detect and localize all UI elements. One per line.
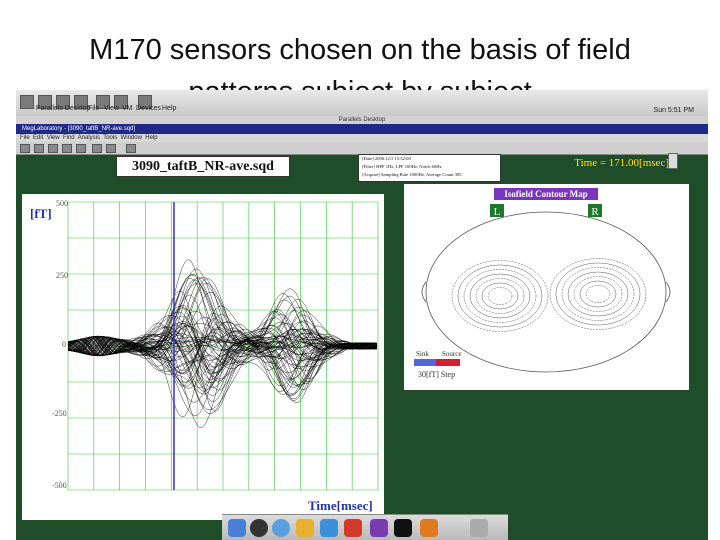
waveform-plot[interactable]: [fT] 500 250 0 -250 -500 Time[msec]	[22, 194, 384, 520]
trash-icon[interactable]	[470, 519, 488, 537]
safari-icon[interactable]	[272, 519, 290, 537]
menu-view[interactable]: View	[104, 105, 119, 112]
itunes-icon[interactable]	[320, 519, 338, 537]
mac-dock	[222, 514, 508, 540]
menu-parallels[interactable]: Parallels Desktop	[36, 105, 90, 112]
step-label: 30[fT] Step	[418, 370, 455, 379]
menu-vm[interactable]: VM	[122, 105, 133, 112]
tool-icon[interactable]	[106, 144, 116, 153]
source-colorbar	[436, 359, 460, 366]
menu-help[interactable]: Help	[162, 105, 176, 112]
app-menu-window[interactable]: Window	[121, 135, 142, 141]
isofield-title: Isofield Contour Map	[504, 189, 587, 199]
time-readout: Time = 171.00[msec]	[574, 157, 669, 169]
app-menu-edit[interactable]: Edit	[33, 135, 43, 141]
left-hemisphere-label: L	[494, 206, 501, 218]
app-menubar: File Edit View Find Analysis Tools Windo…	[16, 134, 708, 142]
slide-title: M170 sensors chosen on the basis of fiel…	[89, 34, 631, 66]
parallels-icon[interactable]	[344, 519, 362, 537]
y-axis-label: [fT]	[30, 206, 52, 221]
ichat-icon[interactable]	[296, 519, 314, 537]
matlab-icon[interactable]	[420, 519, 438, 537]
toolbar-icon[interactable]	[20, 95, 34, 109]
tool-icon[interactable]	[62, 144, 72, 153]
terminal-icon[interactable]	[394, 519, 412, 537]
source-label: Source	[442, 350, 461, 358]
right-hemisphere-label: R	[591, 206, 599, 218]
y-tick-500: 500	[56, 199, 68, 208]
finder-icon[interactable]	[228, 519, 246, 537]
app-menu-file[interactable]: File	[20, 135, 30, 141]
vm-titlebar: Parallels Desktop	[16, 116, 708, 124]
acquisition-info: [Date] 2006.12.5 15:32:00 [Filter] HPF 1…	[358, 154, 501, 182]
y-tick-0: 0	[62, 340, 66, 349]
info-date: [Date] 2006.12.5 15:32:00	[362, 156, 411, 161]
sink-label: Sink	[416, 350, 429, 358]
y-tick-250: 250	[56, 271, 68, 280]
menu-file[interactable]: File	[88, 105, 99, 112]
dashboard-icon[interactable]	[250, 519, 268, 537]
sink-colorbar	[414, 359, 436, 366]
time-spinner[interactable]	[668, 153, 678, 169]
x-axis-label: Time[msec]	[308, 498, 373, 513]
app-menu-find[interactable]: Find	[63, 135, 75, 141]
info-filter: [Filter] HPF 1Hz, LPF 100Hz, Notch 60Hz	[362, 164, 442, 169]
y-tick-minus-250: -250	[52, 409, 67, 418]
app-menu-analysis[interactable]: Analysis	[78, 135, 100, 141]
menubar-clock: Sun 5:51 PM	[653, 107, 694, 114]
tool-icon[interactable]	[92, 144, 102, 153]
y-tick-minus-500: -500	[52, 481, 67, 490]
app-titlebar: MegLaboratory - [3090_taftB_NR-ave.sqd]	[16, 124, 708, 134]
tool-icon[interactable]	[48, 144, 58, 153]
isofield-map[interactable]: Isofield Contour Map L R Sink Source 30[…	[404, 184, 689, 390]
screenshot: Parallels Desktop File View VM Devices H…	[16, 90, 708, 540]
tool-icon[interactable]	[20, 144, 30, 153]
info-acquire: [Acquire] Sampling Rate 1000Hz, Average …	[362, 172, 462, 177]
file-name-label: 3090_taftB_NR-ave.sqd	[116, 156, 290, 177]
os-menubar: Parallels Desktop File View VM Devices H…	[16, 90, 708, 117]
app-menu-help[interactable]: Help	[145, 135, 157, 141]
tool-icon[interactable]	[34, 144, 44, 153]
tool-icon[interactable]	[126, 144, 136, 153]
app-menu-view[interactable]: View	[47, 135, 60, 141]
tool-icon[interactable]	[76, 144, 86, 153]
app-menu-tools[interactable]: Tools	[103, 135, 117, 141]
menu-devices[interactable]: Devices	[136, 105, 161, 112]
app-icon[interactable]	[370, 519, 388, 537]
